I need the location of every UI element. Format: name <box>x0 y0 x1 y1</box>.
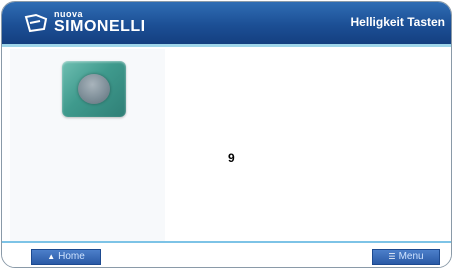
menu-button-label: Menu <box>398 251 424 262</box>
home-icon: ▲ <box>47 252 56 261</box>
menu-button[interactable]: ☰ Menu <box>372 249 440 265</box>
device-screen: nuova SIMONELLI Helligkeit Tasten 9 ▲ Ho… <box>1 1 452 268</box>
header-bar: nuova SIMONELLI Helligkeit Tasten <box>2 2 451 47</box>
page-title: Helligkeit Tasten <box>350 15 445 29</box>
brand-logo: nuova SIMONELLI <box>24 9 174 39</box>
side-panel <box>10 49 165 242</box>
logo-mark-icon <box>24 13 48 33</box>
menu-icon: ☰ <box>388 252 396 261</box>
footer-bar: ▲ Home ☰ Menu <box>2 243 451 267</box>
home-button-label: Home <box>58 251 85 262</box>
brightness-disc-icon <box>78 74 110 104</box>
home-button[interactable]: ▲ Home <box>31 249 101 265</box>
brightness-value: 9 <box>228 151 235 165</box>
logo-big-text: SIMONELLI <box>54 18 146 35</box>
brightness-key-button[interactable] <box>62 61 126 117</box>
main-content: 9 <box>2 47 451 242</box>
